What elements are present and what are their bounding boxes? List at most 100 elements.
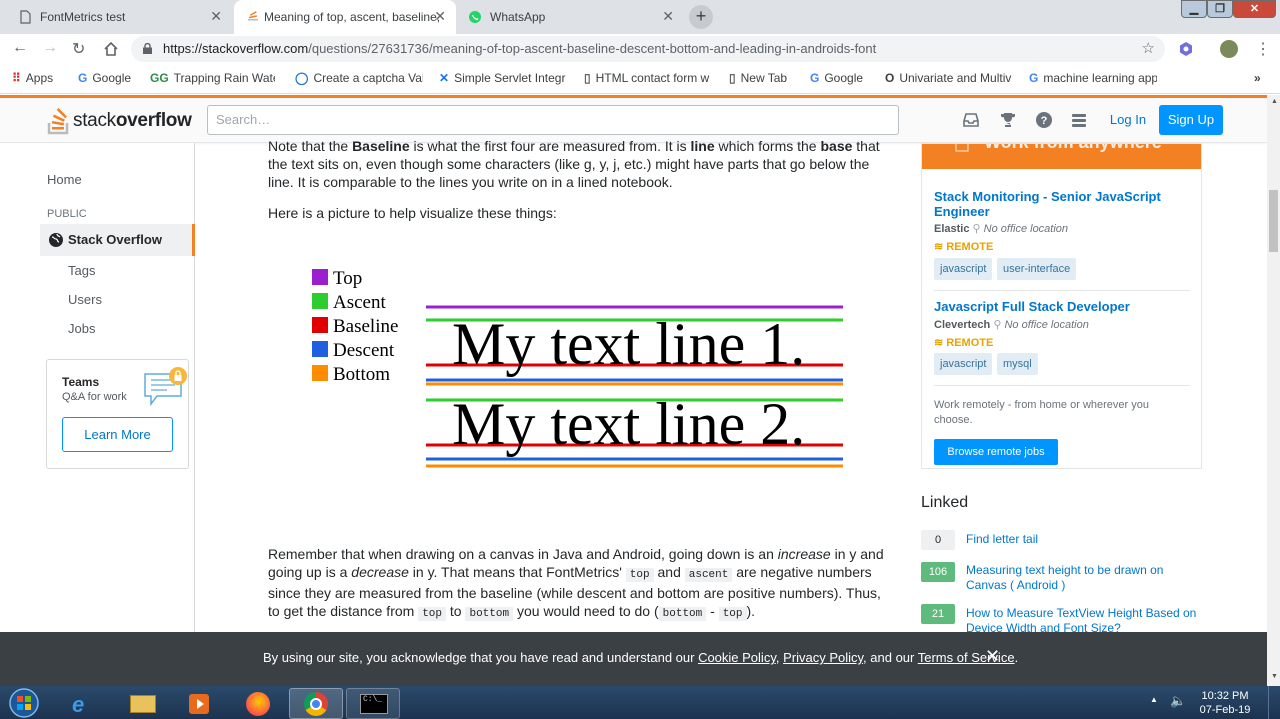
linked-question-link[interactable]: Measuring text height to be drawn on Can… xyxy=(966,563,1176,593)
more-bookmarks-icon[interactable]: » xyxy=(1254,71,1261,85)
linked-question-link[interactable]: How to Measure TextView Height Based on … xyxy=(966,606,1202,632)
home-icon[interactable] xyxy=(103,41,119,57)
text: , and our xyxy=(863,650,918,665)
text: you would need to do ( xyxy=(513,603,659,619)
tag-mysql[interactable]: mysql xyxy=(997,353,1038,375)
back-icon[interactable]: ← xyxy=(12,39,28,57)
start-button-icon[interactable] xyxy=(6,687,42,719)
legend-swatch-descent xyxy=(312,341,328,357)
bookmark-new-tab[interactable]: ▯ New Tab xyxy=(729,71,787,85)
bookmark-html-contact[interactable]: ▯ HTML contact form w xyxy=(584,71,712,85)
volume-icon[interactable]: 🔈 xyxy=(1170,693,1186,709)
legend-label-descent: Descent xyxy=(333,340,395,361)
maximize-button[interactable]: ❐ xyxy=(1207,0,1233,18)
url-path: /questions/27631736/meaning-of-top-ascen… xyxy=(308,41,877,56)
minimize-button[interactable]: ▁ xyxy=(1181,0,1207,18)
jobs-banner: Work from anywhere xyxy=(922,144,1201,169)
so-logo[interactable]: stackoverflow xyxy=(47,105,192,135)
scrollbar-thumb[interactable] xyxy=(1269,190,1278,252)
extension-icon[interactable] xyxy=(1178,41,1194,57)
tab-fontmetrics-test[interactable]: FontMetrics test ✕ xyxy=(0,0,232,34)
nav-users[interactable]: Users xyxy=(68,292,102,307)
logo-text-stack: stack xyxy=(73,110,116,131)
bookmark-google-2[interactable]: G Google xyxy=(810,71,863,85)
trophy-icon[interactable] xyxy=(999,111,1017,129)
new-tab-button[interactable]: + xyxy=(689,5,713,29)
scroll-down-icon[interactable]: ▼ xyxy=(1271,673,1278,680)
job-title-link[interactable]: Stack Monitoring - Senior JavaScript Eng… xyxy=(934,189,1174,219)
close-window-button[interactable]: ✕ xyxy=(1233,0,1276,18)
bookmark-label: New Tab xyxy=(740,71,788,85)
reload-icon[interactable]: ↻ xyxy=(72,39,85,59)
remote-label: REMOTE xyxy=(946,337,994,349)
google-icon: G xyxy=(1029,71,1039,85)
nav-home[interactable]: Home xyxy=(47,172,82,187)
show-hidden-icons[interactable]: ▲ xyxy=(1150,695,1158,704)
page-scrollbar[interactable]: ▲ ▼ xyxy=(1267,95,1280,686)
close-icon[interactable]: ✕ xyxy=(210,8,222,25)
media-player-icon[interactable] xyxy=(173,688,227,719)
bookmark-captcha[interactable]: ◯ Create a captcha Vali xyxy=(295,71,423,85)
system-clock[interactable]: 10:32 PM 07-Feb-19 xyxy=(1195,689,1255,717)
text: . xyxy=(1014,650,1019,665)
file-explorer-icon[interactable] xyxy=(116,688,170,719)
nav-jobs[interactable]: Jobs xyxy=(68,321,95,336)
login-button[interactable]: Log In xyxy=(1101,105,1155,135)
tab-title: FontMetrics test xyxy=(40,10,126,24)
linked-question-link[interactable]: Find letter tail xyxy=(966,532,1206,547)
signup-button[interactable]: Sign Up xyxy=(1159,105,1223,135)
help-icon[interactable]: ? xyxy=(1035,111,1053,129)
browse-remote-jobs-button[interactable]: Browse remote jobs xyxy=(934,439,1058,465)
text: and xyxy=(653,564,685,580)
inbox-icon[interactable] xyxy=(962,111,980,129)
bookmark-machine-learning[interactable]: Gmachine learning app xyxy=(1029,71,1157,85)
tag-user-interface[interactable]: user-interface xyxy=(997,258,1077,280)
address-bar[interactable]: https://stackoverflow.com/questions/2763… xyxy=(131,36,1165,62)
firefox-icon[interactable] xyxy=(231,688,285,719)
forward-icon[interactable]: → xyxy=(42,39,58,57)
cookie-policy-link[interactable]: Cookie Policy xyxy=(698,650,776,665)
job-title-link[interactable]: Javascript Full Stack Developer xyxy=(934,299,1174,314)
sample-text-line-1: My text line 1. xyxy=(452,311,805,377)
bookmark-google[interactable]: G Google xyxy=(78,71,131,85)
command-prompt-icon[interactable]: C:\_ xyxy=(346,688,400,719)
job-remote-badge: ≋ REMOTE xyxy=(934,336,993,349)
so-search-input[interactable]: Search… xyxy=(207,105,899,135)
linked-heading: Linked xyxy=(921,494,969,511)
profile-avatar[interactable] xyxy=(1220,40,1238,58)
bookmark-trapping-rain-water[interactable]: GG Trapping Rain Water xyxy=(150,71,275,85)
tab-meaning-of-top[interactable]: Meaning of top, ascent, baseline, ✕ xyxy=(234,0,456,34)
close-icon[interactable]: ✕ xyxy=(434,8,446,25)
privacy-policy-link[interactable]: Privacy Policy xyxy=(783,650,863,665)
tab-whatsapp[interactable]: WhatsApp ✕ xyxy=(458,0,684,34)
close-icon[interactable]: ✕ xyxy=(662,8,674,25)
circle-icon: ◯ xyxy=(295,71,309,85)
tag-javascript[interactable]: javascript xyxy=(934,353,993,375)
google-icon: G xyxy=(810,71,820,85)
cookie-message: By using our site, you acknowledge that … xyxy=(263,650,1018,665)
close-icon[interactable]: ✕ xyxy=(985,646,1000,667)
menu-icon[interactable]: ⋮ xyxy=(1255,39,1271,59)
tag-javascript[interactable]: javascript xyxy=(934,258,993,280)
tab-strip: FontMetrics test ✕ Meaning of top, ascen… xyxy=(0,0,1280,34)
clock-date: 07-Feb-19 xyxy=(1199,704,1251,716)
bookmark-label: Simple Servlet Integr xyxy=(454,71,566,85)
google-icon: G xyxy=(78,71,88,85)
site-switcher-icon[interactable] xyxy=(1070,111,1088,129)
chrome-icon[interactable] xyxy=(289,688,343,719)
show-desktop-button[interactable] xyxy=(1268,686,1280,719)
nav-tags[interactable]: Tags xyxy=(68,263,95,278)
vote-count: 21 xyxy=(921,604,955,624)
learn-more-button[interactable]: Learn More xyxy=(62,417,173,452)
bookmark-servlet[interactable]: ✕ Simple Servlet Integr xyxy=(439,71,567,85)
star-icon[interactable]: ☆ xyxy=(1142,36,1155,62)
document-icon: ▯ xyxy=(729,71,736,85)
wifi-icon: ≋ xyxy=(934,241,944,253)
bookmark-apps[interactable]: ⠿ Apps xyxy=(12,71,53,85)
nav-stack-overflow[interactable]: Stack Overflow xyxy=(40,224,195,256)
scroll-up-icon[interactable]: ▲ xyxy=(1271,98,1278,105)
bookmark-univariate[interactable]: O Univariate and Multiv xyxy=(885,71,1013,85)
internet-explorer-icon[interactable]: e xyxy=(57,688,111,719)
legend-label-baseline: Baseline xyxy=(333,316,398,337)
o-icon: O xyxy=(885,71,895,85)
